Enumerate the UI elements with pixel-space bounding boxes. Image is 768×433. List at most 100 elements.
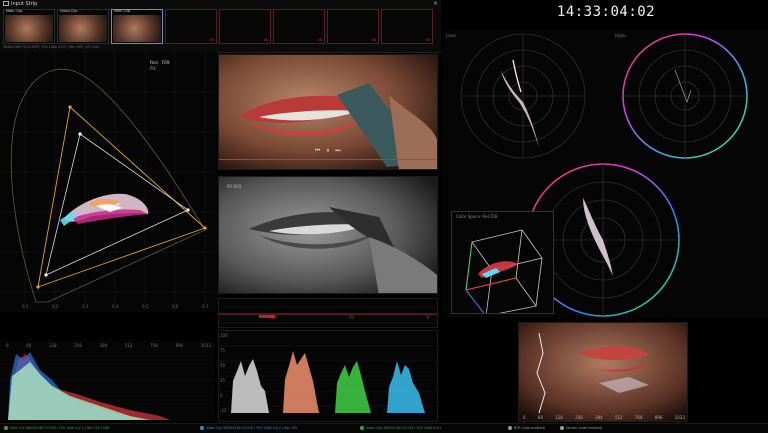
cie-axis-tick: 0.3	[82, 304, 89, 309]
input-strip-title: Input Strip	[3, 1, 37, 8]
status-dot-icon	[200, 426, 204, 430]
histogram: 0 64 128 256 384 512 768 896 1023	[0, 340, 215, 422]
histogram-tick: 384	[99, 343, 108, 348]
input-slot[interactable]: Main Clip	[111, 9, 163, 44]
input-slot-marker: 4K	[317, 38, 322, 42]
input-slot-marker: 4K	[425, 38, 430, 42]
chromaticity-cloud	[60, 193, 149, 226]
waveform-overlay-tick: 64	[537, 415, 543, 420]
input-slot[interactable]: Main Clip	[3, 9, 55, 44]
cie-axis-tick: 0.2	[52, 304, 59, 309]
input-slot-label: Main Clip	[114, 9, 131, 13]
previous-frame-button[interactable]: ⏮	[315, 147, 320, 154]
cie-axis-tick: 0.1	[22, 304, 29, 309]
gamut-cube	[465, 229, 543, 313]
window-icon	[3, 1, 9, 6]
histogram-tick: 0	[6, 343, 9, 348]
input-slot[interactable]: 4K	[273, 9, 325, 44]
waveform-overlay-tick: 128	[555, 415, 563, 420]
histogram-tick: 768	[150, 343, 158, 348]
waveform-strip-labels: 100 50 0	[269, 315, 429, 320]
gamut-cube-panel: Color Space: Rec709	[451, 211, 554, 314]
histogram-tick: 896	[175, 343, 184, 348]
waveform-overlay-tick: 384	[595, 415, 603, 420]
cie-axis-tick: 0.6	[172, 304, 179, 309]
input-slot[interactable]: 4K	[327, 9, 379, 44]
cie-axis-ticks: 0.1 0.2 0.3 0.4 0.5 0.6 0.7	[22, 304, 209, 309]
parade-red	[283, 351, 319, 413]
monochrome-frame	[219, 177, 437, 293]
waveform-strip: 100 50 0	[218, 298, 438, 328]
input-slot[interactable]: Video Clip	[57, 9, 109, 44]
input-strip-title-text: Input Strip	[11, 1, 38, 7]
histogram-plot	[0, 352, 215, 420]
gamut-cube-label: Color Space: Rec709	[456, 214, 498, 219]
cie-chromaticity-panel: 0.1 0.2 0.3 0.4 0.5 0.6 0.7 Rec. 709 P3	[0, 52, 217, 312]
cie-chromaticity-diagram: 0.1 0.2 0.3 0.4 0.5 0.6 0.7 Rec. 709 P3	[0, 52, 217, 312]
monochrome-label: P3 D65	[227, 184, 242, 189]
input-thumbnail	[113, 15, 161, 42]
pause-button[interactable]: ⏸	[326, 147, 329, 154]
player-controls: ⏮ ⏸ ⏭	[315, 147, 341, 155]
input-strip-meta: 3840x2160 FS 23.976 | YUV 10bit 4:2:2 | …	[3, 45, 100, 49]
waveform-overlay-panel: 0 64 128 256 384 512 768 896 1023	[518, 322, 688, 422]
input-thumbnail	[59, 15, 107, 42]
close-button[interactable]: ×	[433, 0, 438, 7]
timecode: 14:33:04:02	[556, 4, 656, 20]
waveform-overlay-tick: 256	[575, 415, 583, 420]
vectorscope-highs-label: Highs	[615, 33, 627, 38]
histogram-ticks: 0 64 128 256 384 512 768 896 1023	[6, 343, 211, 348]
input-strip: Input Strip × 3840x2160 FS 23.976 | YUV …	[0, 0, 441, 53]
input-thumbnail	[5, 15, 53, 42]
parade-green	[335, 361, 371, 413]
parade-luma	[231, 359, 269, 413]
status-dot-icon	[360, 426, 364, 430]
input-slot-marker: 4K	[209, 38, 214, 42]
vectorscope-lows	[460, 33, 586, 159]
input-slot-label: Main Clip	[6, 9, 23, 13]
monochrome-picture-monitor: P3 D65	[218, 176, 438, 294]
parade-tick: -25	[220, 408, 227, 413]
parade-tick: 0	[220, 393, 223, 398]
spectral-locus	[10, 68, 206, 303]
waveform-overlay-tick: 896	[654, 415, 663, 420]
input-slot[interactable]: 4K	[381, 9, 433, 44]
histogram-tick: 1023	[200, 343, 211, 348]
input-slot[interactable]: 4K	[219, 9, 271, 44]
cie-axis-tick: 0.4	[112, 304, 119, 309]
status-footer-item: Stream (auto enabled)	[566, 426, 603, 430]
waveform-overlay-tick: 0	[523, 415, 526, 420]
waveform-overlay-ticks: 0 64 128 256 384 512 768 896 1023	[523, 415, 685, 420]
status-dot-icon	[560, 426, 564, 430]
input-slot-marker: 4K	[263, 38, 268, 42]
waveform-overlay	[519, 323, 687, 421]
status-dot-icon	[4, 426, 8, 430]
parade-tick: 50	[220, 363, 226, 368]
histogram-tick: 64	[26, 343, 32, 348]
histogram-tick: 512	[124, 343, 133, 348]
cie-axis-tick: 0.5	[142, 304, 149, 309]
status-footer-item: NTR (auto enabled)	[514, 426, 546, 430]
input-slot-label: Video Clip	[60, 9, 78, 13]
histogram-tick: 256	[74, 343, 82, 348]
waveform-overlay-tick: 1023	[674, 415, 685, 420]
parade-tick: 75	[220, 348, 226, 353]
waveform-strip-label: 100	[269, 315, 277, 320]
next-frame-button[interactable]: ⏭	[335, 147, 340, 154]
waveform-strip-label: 50	[349, 315, 355, 320]
waveform-overlay-tick: 768	[634, 415, 643, 420]
status-footer-item: Main Out 3840x2160 23.976 | YUV 10bit 4:…	[10, 426, 110, 430]
parade-blue	[387, 361, 425, 413]
picture-monitor: ⏮ ⏸ ⏭	[218, 54, 438, 170]
parade-tick: 100	[220, 333, 228, 338]
cie-axis-tick: 0.7	[202, 304, 209, 309]
status-footer-item: Video Out 3840x2160 23.976 | YUV 10bit 4…	[206, 426, 298, 430]
cie-label-primary: Rec. 709	[150, 60, 170, 66]
status-dot-icon	[508, 426, 512, 430]
input-slot[interactable]: 4K	[165, 9, 217, 44]
parade-tick: 25	[220, 378, 226, 383]
input-slot-marker: 4K	[371, 38, 376, 42]
vectorscope-main-trace	[583, 198, 613, 276]
parade-ticks: 100 75 50 25 0 -25	[219, 331, 231, 421]
rgb-parade: 100 75 50 25 0 -25	[218, 330, 438, 422]
